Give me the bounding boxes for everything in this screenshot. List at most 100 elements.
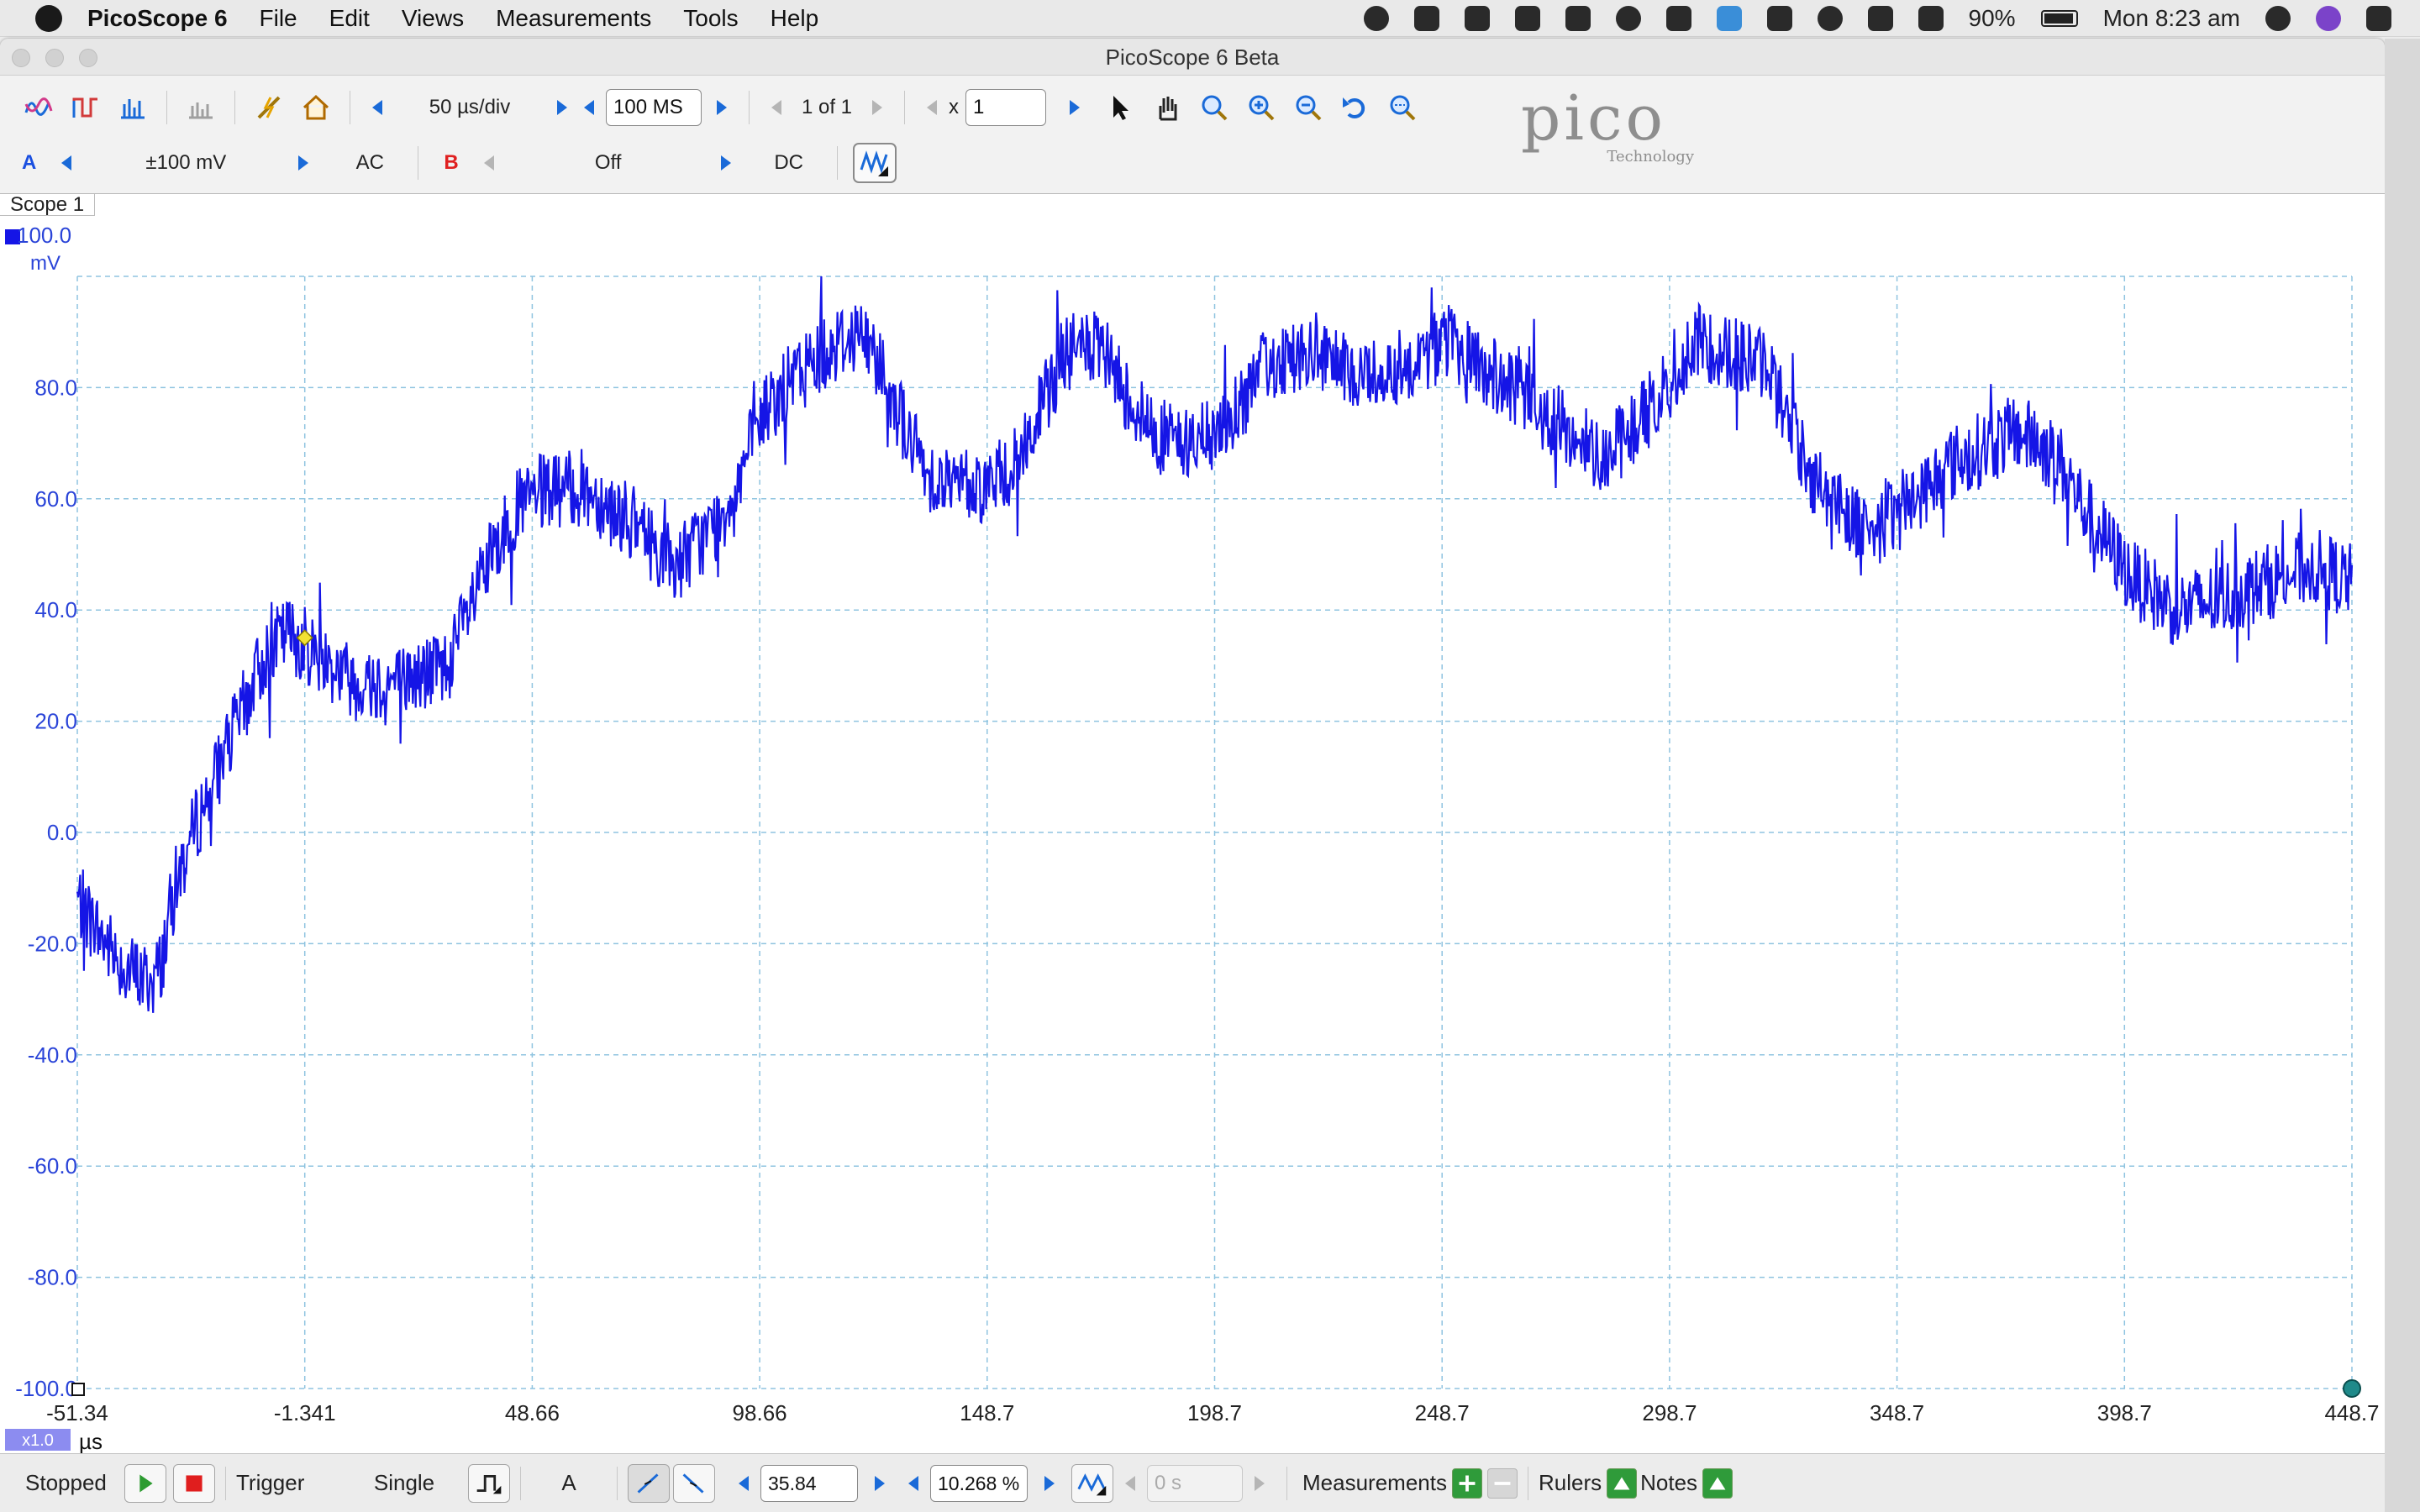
zoom-in-icon[interactable] bbox=[1246, 92, 1276, 123]
clock[interactable]: Mon 8:23 am bbox=[2103, 5, 2240, 32]
battery-percent[interactable]: 90% bbox=[1969, 5, 2016, 32]
dropbox-icon[interactable] bbox=[1413, 6, 1439, 31]
spectrum-mode-icon[interactable] bbox=[118, 92, 148, 123]
x-tick-label: 248.7 bbox=[1415, 1400, 1470, 1425]
trigger-source[interactable]: A bbox=[531, 1470, 607, 1496]
serial-decode-icon[interactable] bbox=[186, 92, 216, 123]
channel-a-range[interactable]: ±100 mV bbox=[85, 151, 287, 175]
zoom-window-button[interactable] bbox=[79, 49, 97, 67]
start-button[interactable] bbox=[124, 1463, 166, 1503]
threshold-increase-arrow[interactable] bbox=[875, 1475, 885, 1491]
notes-button[interactable] bbox=[1702, 1467, 1733, 1499]
zoom-window-icon[interactable] bbox=[1199, 92, 1229, 123]
zoom-prev-arrow[interactable] bbox=[927, 100, 937, 115]
channel-options-icon[interactable] bbox=[852, 143, 897, 183]
pretrigger-field[interactable]: 10.268 % bbox=[930, 1464, 1028, 1502]
trigger-marker[interactable] bbox=[296, 629, 313, 647]
post-trigger-delay-button[interactable] bbox=[1071, 1463, 1113, 1503]
delay-field[interactable]: 0 s bbox=[1147, 1464, 1243, 1502]
y-axis-unit: mV bbox=[30, 252, 60, 275]
channel-b-range-increase[interactable] bbox=[720, 155, 731, 171]
channel-a-label[interactable]: A bbox=[22, 151, 36, 175]
bolt-icon[interactable] bbox=[1766, 6, 1792, 31]
menu-app-name[interactable]: PicoScope 6 bbox=[87, 5, 228, 32]
menu-tools[interactable]: Tools bbox=[683, 5, 738, 32]
timebase-value[interactable]: 50 µs/div bbox=[394, 96, 545, 119]
evernote-icon[interactable] bbox=[1565, 6, 1591, 31]
persistence-mode-icon[interactable] bbox=[71, 92, 101, 123]
channel-b-coupling[interactable]: DC bbox=[751, 151, 827, 175]
channel-b-range-decrease[interactable] bbox=[483, 155, 494, 171]
y-axis-ticks: 80.0 60.0 40.0 20.0 0.0 -20.0 -40.0 -60.0 -80.0 -… bbox=[15, 375, 77, 1401]
pretrigger-increase-arrow[interactable] bbox=[1044, 1475, 1055, 1491]
remove-measurement-button[interactable] bbox=[1486, 1467, 1518, 1499]
battery-icon[interactable] bbox=[2040, 10, 2078, 27]
scope-mode-icon[interactable] bbox=[24, 92, 54, 123]
channel-a-range-decrease[interactable] bbox=[61, 155, 72, 171]
status-app-icon[interactable] bbox=[1363, 6, 1389, 31]
delay-decrease-arrow[interactable] bbox=[1125, 1475, 1135, 1491]
left-ruler-handle[interactable] bbox=[71, 1383, 85, 1396]
hand-pan-icon[interactable] bbox=[1152, 92, 1182, 123]
select-pointer-icon[interactable] bbox=[1105, 92, 1135, 123]
right-ruler-handle[interactable] bbox=[2343, 1379, 2361, 1398]
headphones-icon[interactable] bbox=[1514, 6, 1540, 31]
menu-edit[interactable]: Edit bbox=[329, 5, 370, 32]
rulers-button[interactable] bbox=[1607, 1467, 1638, 1499]
y-axis-top-value: 100.0 bbox=[17, 223, 71, 248]
advanced-trigger-icon bbox=[476, 1474, 502, 1494]
buffer-prev-arrow[interactable] bbox=[771, 100, 781, 115]
buffer-position: 1 of 1 bbox=[801, 96, 853, 118]
zoom-field[interactable]: 1 bbox=[965, 89, 1046, 126]
zoom-out-icon[interactable] bbox=[1293, 92, 1323, 123]
cloud-icon[interactable] bbox=[1464, 6, 1490, 31]
menu-help[interactable]: Help bbox=[771, 5, 819, 32]
channel-b-label[interactable]: B bbox=[444, 151, 458, 175]
y-tick-label: -100.0 bbox=[15, 1376, 77, 1401]
threshold-decrease-arrow[interactable] bbox=[739, 1475, 749, 1491]
samples-decrease-arrow[interactable] bbox=[584, 100, 594, 115]
scope-plot[interactable]: 80.0 60.0 40.0 20.0 0.0 -20.0 -40.0 -60.0 -80.0 -… bbox=[0, 194, 2385, 1454]
y-tick-label: 60.0 bbox=[34, 486, 77, 512]
rising-edge-button[interactable] bbox=[628, 1463, 670, 1503]
bluetooth-icon[interactable] bbox=[1867, 6, 1893, 31]
timebase-decrease-arrow[interactable] bbox=[372, 100, 382, 115]
delay-increase-arrow[interactable] bbox=[1255, 1475, 1265, 1491]
close-window-button[interactable] bbox=[12, 49, 30, 67]
minimize-window-button[interactable] bbox=[45, 49, 64, 67]
spotlight-search-icon[interactable] bbox=[2265, 6, 2291, 31]
expand-up-icon bbox=[1709, 1476, 1726, 1490]
timebase-increase-arrow[interactable] bbox=[557, 100, 567, 115]
threshold-field[interactable]: 35.84 mV bbox=[760, 1464, 858, 1512]
siri-icon[interactable] bbox=[2316, 6, 2341, 31]
trigger-mode[interactable]: Single bbox=[345, 1470, 463, 1496]
probe-wizard-icon[interactable] bbox=[254, 92, 284, 123]
pretrigger-decrease-arrow[interactable] bbox=[908, 1475, 918, 1491]
stop-button[interactable] bbox=[173, 1463, 215, 1503]
add-measurement-button[interactable] bbox=[1451, 1467, 1482, 1499]
channel-b-range[interactable]: Off bbox=[508, 151, 709, 175]
time-machine-icon[interactable] bbox=[1817, 6, 1843, 31]
check-icon[interactable] bbox=[1665, 6, 1691, 31]
apple-menu-icon[interactable] bbox=[35, 4, 62, 32]
scope-tab[interactable]: Scope 1 bbox=[0, 194, 96, 216]
menu-measurements[interactable]: Measurements bbox=[496, 5, 651, 32]
samples-field[interactable]: 100 MS bbox=[606, 89, 702, 126]
zoom-to-fit-icon[interactable] bbox=[1387, 92, 1418, 123]
menu-file[interactable]: File bbox=[260, 5, 297, 32]
samples-increase-arrow[interactable] bbox=[717, 100, 727, 115]
zoom-next-arrow[interactable] bbox=[1070, 100, 1080, 115]
channel-a-coupling[interactable]: AC bbox=[332, 151, 408, 175]
camera-icon[interactable] bbox=[1716, 6, 1742, 31]
minus-circle-icon[interactable] bbox=[1615, 6, 1641, 31]
notification-center-icon[interactable] bbox=[2366, 6, 2391, 31]
wifi-icon[interactable] bbox=[1918, 6, 1944, 31]
channel-a-range-increase[interactable] bbox=[298, 155, 309, 171]
menu-views[interactable]: Views bbox=[402, 5, 464, 32]
y-tick-label: -40.0 bbox=[28, 1042, 77, 1068]
falling-edge-button[interactable] bbox=[673, 1463, 715, 1503]
advanced-trigger-button[interactable] bbox=[468, 1463, 510, 1503]
buffer-next-arrow[interactable] bbox=[872, 100, 882, 115]
undo-zoom-icon[interactable] bbox=[1340, 92, 1370, 123]
home-icon[interactable] bbox=[301, 92, 331, 123]
